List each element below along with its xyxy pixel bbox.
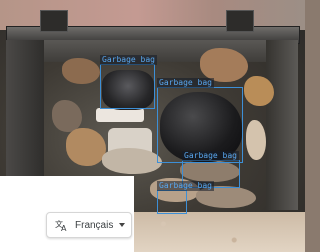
hinge-left: [40, 10, 68, 32]
dumpster-right-wall: [266, 40, 298, 210]
debris: [102, 148, 162, 174]
detection-label: Garbage bag: [100, 55, 157, 65]
cardboard: [62, 58, 100, 84]
paper: [96, 108, 144, 122]
cardboard-piece: [244, 76, 274, 106]
ground: [128, 212, 305, 252]
language-selector-button[interactable]: 文 A Français: [46, 212, 132, 238]
detection-box: Garbage bag: [157, 181, 214, 214]
debris: [52, 100, 82, 132]
detection-label: Garbage bag: [182, 151, 239, 161]
debris: [66, 128, 106, 166]
chevron-down-icon: [119, 223, 126, 227]
detection-label: Garbage bag: [157, 78, 214, 88]
dumpster-left-wall: [6, 40, 44, 180]
language-label: Français: [75, 219, 114, 231]
cardboard-box: [200, 48, 248, 82]
hinge-right: [226, 10, 254, 32]
translate-icon: 文 A: [55, 218, 69, 232]
detection-box: Garbage bag: [100, 55, 157, 109]
detection-label: Garbage bag: [157, 181, 214, 191]
debris: [246, 120, 266, 160]
svg-text:A: A: [61, 224, 67, 232]
